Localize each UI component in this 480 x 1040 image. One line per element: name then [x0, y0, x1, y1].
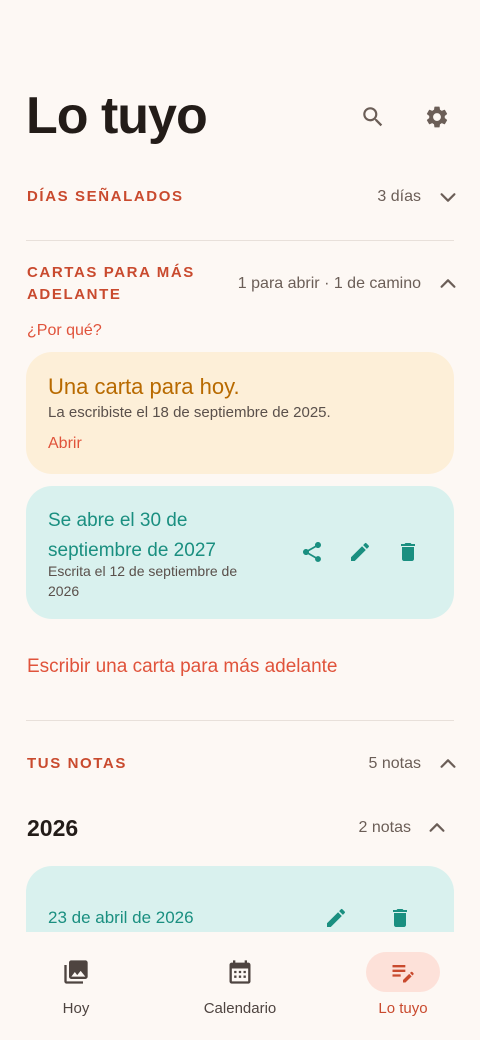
photo-icon: [64, 960, 88, 984]
page-title: Lo tuyo: [26, 87, 208, 145]
open-letter-title: Una carta para hoy.: [48, 374, 240, 399]
section-meta-cartas: 1 para abrir · 1 de camino: [237, 275, 421, 292]
nav-icon-container: [203, 952, 277, 992]
divider: [26, 240, 454, 241]
collapse-notas-button[interactable]: [437, 753, 459, 780]
why-link[interactable]: ¿Por qué?: [27, 322, 102, 340]
write-letter-link[interactable]: Escribir una carta para más adelante: [27, 656, 338, 678]
divider: [26, 720, 454, 721]
section-label-line: CARTAS PARA MÁS: [27, 264, 195, 281]
open-letter-card[interactable]: Una carta para hoy. La escribiste el 18 …: [26, 352, 454, 474]
chevron-up-icon: [429, 823, 445, 832]
section-meta-dias: 3 días: [377, 188, 421, 205]
note-date: 23 de abril de 2026: [48, 908, 194, 927]
gear-icon: [426, 106, 448, 128]
trash-icon: [401, 543, 415, 561]
section-label-line: ADELANTE: [27, 286, 122, 303]
pencil-icon: [327, 908, 346, 927]
open-letter-button[interactable]: Abrir: [48, 435, 82, 453]
expand-dias-button[interactable]: [437, 186, 459, 213]
section-meta-notas: 5 notas: [368, 755, 421, 772]
section-label-cartas: CARTAS PARA MÁS ADELANTE: [27, 262, 195, 306]
year-meta: 2 notas: [358, 819, 411, 836]
future-letter-subtitle-line: 2026: [48, 583, 80, 599]
note-edit-button[interactable]: [324, 906, 348, 935]
share-button[interactable]: [300, 540, 324, 569]
section-label-notas: TUS NOTAS: [27, 755, 127, 772]
collapse-cartas-button[interactable]: [437, 273, 459, 300]
future-letter-title: Se abre el 30 de septiembre de 2027: [48, 506, 216, 566]
section-label-dias: DÍAS SEÑALADOS: [27, 188, 184, 205]
nav-item-calendario[interactable]: Calendario: [180, 952, 300, 1017]
future-letter-title-line: Se abre el 30 de: [48, 510, 188, 531]
future-letter-subtitle: Escrita el 12 de septiembre de 2026: [48, 561, 237, 601]
trash-icon: [393, 909, 407, 927]
nav-label: Hoy: [62, 1000, 90, 1017]
edit-button[interactable]: [348, 540, 372, 569]
nav-icon-container: [39, 952, 113, 992]
nav-label: Calendario: [203, 1000, 277, 1017]
delete-button[interactable]: [396, 540, 420, 569]
search-button[interactable]: [353, 97, 393, 137]
nav-icon-container-active: [366, 952, 440, 992]
bottom-nav: Hoy Calendario Lo tuyo: [0, 932, 480, 1040]
nav-item-lo-tuyo[interactable]: Lo tuyo: [343, 952, 463, 1017]
chevron-up-icon: [440, 279, 456, 288]
future-letter-subtitle-line: Escrita el 12 de septiembre de: [48, 563, 238, 579]
nav-label-active: Lo tuyo: [378, 1000, 428, 1017]
open-letter-subtitle: La escribiste el 18 de septiembre de 202…: [48, 404, 331, 421]
notes-edit-icon: [392, 965, 414, 983]
chevron-up-icon: [440, 759, 456, 768]
note-delete-button[interactable]: [388, 906, 412, 935]
share-icon: [303, 542, 321, 562]
nav-item-hoy[interactable]: Hoy: [16, 952, 136, 1017]
collapse-year-button[interactable]: [426, 817, 448, 844]
calendar-icon: [229, 960, 251, 984]
pencil-icon: [351, 542, 370, 561]
year-heading: 2026: [27, 815, 79, 841]
future-letter-card: Se abre el 30 de septiembre de 2027 Escr…: [26, 486, 454, 619]
chevron-down-icon: [440, 193, 456, 202]
settings-button[interactable]: [417, 97, 457, 137]
search-icon: [363, 107, 383, 127]
